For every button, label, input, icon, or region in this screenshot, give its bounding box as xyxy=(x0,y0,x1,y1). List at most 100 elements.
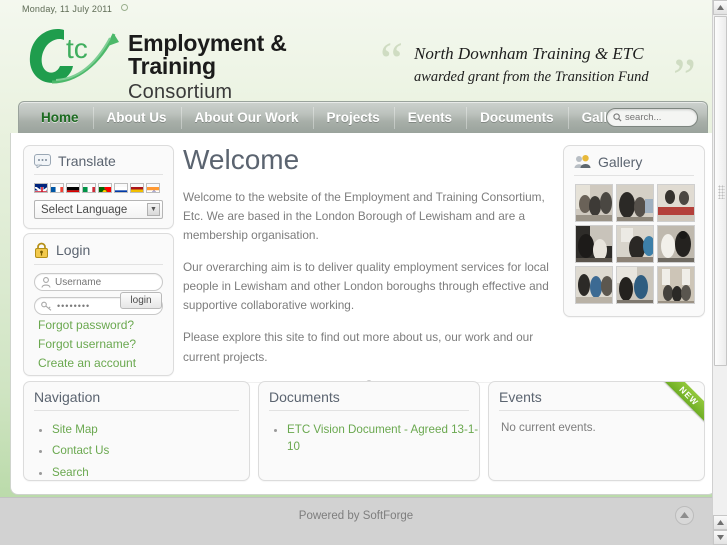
vertical-scrollbar[interactable] xyxy=(712,0,727,545)
flag-it[interactable] xyxy=(82,183,96,193)
arrow-up-icon xyxy=(680,512,689,518)
gallery-thumbnail[interactable] xyxy=(616,184,654,222)
chevron-down-icon: ▼ xyxy=(147,203,160,216)
divider xyxy=(269,410,469,411)
gallery-thumbnail[interactable] xyxy=(575,184,613,222)
gallery-thumbnail[interactable] xyxy=(657,184,695,222)
login-module: Login •••••••• log xyxy=(23,233,174,376)
scrollbar-page-down-button[interactable] xyxy=(713,530,727,545)
site-map-link[interactable]: Site Map xyxy=(52,423,98,436)
site-footer: Powered by SoftForge xyxy=(0,497,712,545)
rss-dot-icon[interactable] xyxy=(120,4,128,11)
contact-us-link[interactable]: Contact Us xyxy=(52,444,109,457)
gallery-module-header: Gallery xyxy=(564,146,704,175)
divider xyxy=(574,175,694,176)
flag-pt[interactable] xyxy=(98,183,112,193)
scrollbar-thumb[interactable] xyxy=(714,16,727,366)
nav-item-about-our-work[interactable]: About Our Work xyxy=(180,102,313,134)
gallery-grid xyxy=(564,184,704,304)
language-select-value: Select Language xyxy=(41,203,128,216)
list-item: Contact Us xyxy=(52,442,249,459)
navigation-list: Site Map Contact Us Search xyxy=(24,419,249,481)
language-flags xyxy=(24,183,173,200)
create-account-link[interactable]: Create an account xyxy=(38,354,136,373)
events-module-header: Events xyxy=(489,382,704,410)
password-value: •••••••• xyxy=(57,301,91,311)
navigation-module: Navigation Site Map Contact Us Search xyxy=(23,381,250,481)
documents-module: Documents ETC Vision Document - Agreed 1… xyxy=(258,381,480,481)
gallery-thumbnail[interactable] xyxy=(616,225,654,263)
navigation-module-header: Navigation xyxy=(24,382,249,410)
user-icon xyxy=(41,276,51,288)
flag-es[interactable] xyxy=(130,183,144,193)
current-date-text: Monday, 11 July 2011 xyxy=(22,4,113,14)
scroll-to-top-button[interactable] xyxy=(675,506,694,525)
documents-module-header: Documents xyxy=(259,382,479,410)
nav-item-about-us[interactable]: About Us xyxy=(92,102,181,134)
login-button[interactable]: login xyxy=(120,292,162,309)
flag-in[interactable] xyxy=(146,183,160,193)
divider xyxy=(34,264,163,265)
username-input[interactable] xyxy=(55,276,155,288)
current-date: Monday, 11 July 2011 xyxy=(22,4,128,14)
gallery-module: Gallery xyxy=(563,145,705,317)
divider xyxy=(499,410,694,411)
login-module-title: Login xyxy=(56,242,91,258)
site-header: tc Employment & Training Consortium “ ” … xyxy=(0,18,712,104)
content-panel: Translate Select Language ▼ Login Userna… xyxy=(10,133,716,495)
flag-de[interactable] xyxy=(66,183,80,193)
people-icon xyxy=(574,155,591,168)
search-link[interactable]: Search xyxy=(52,466,89,479)
svg-text:tc: tc xyxy=(66,33,88,64)
etc-logo-mark-icon: tc xyxy=(29,29,119,84)
search-input[interactable] xyxy=(625,112,697,123)
language-select[interactable]: Select Language ▼ xyxy=(34,200,163,219)
key-icon xyxy=(41,301,52,311)
events-empty-text: No current events. xyxy=(501,421,596,434)
scrollbar-grip-icon xyxy=(718,185,725,199)
speech-bubble-icon xyxy=(34,154,51,168)
forgot-username-link[interactable]: Forgot username? xyxy=(38,335,136,354)
list-item: Site Map xyxy=(52,421,249,438)
divider xyxy=(34,174,163,175)
nav-item-documents[interactable]: Documents xyxy=(466,102,568,134)
nav-item-home[interactable]: Home xyxy=(27,102,93,134)
logo-primary-text: Employment & Training xyxy=(128,30,287,79)
quote-open-icon: “ xyxy=(380,33,404,90)
main-navigation: Home About Us About Our Work Projects Ev… xyxy=(18,101,708,133)
gallery-thumbnail[interactable] xyxy=(575,225,613,263)
username-field[interactable] xyxy=(34,273,163,291)
navigation-module-title: Navigation xyxy=(34,389,101,405)
translate-module-title: Translate xyxy=(58,153,116,169)
logo-secondary-text: Consortium xyxy=(128,81,233,103)
gallery-thumbnail[interactable] xyxy=(575,266,613,304)
page-frame: Monday, 11 July 2011 tc Employment & Tra… xyxy=(0,0,716,545)
lock-icon xyxy=(35,242,48,258)
nav-item-events[interactable]: Events xyxy=(393,102,466,134)
scrollbar-up-button[interactable] xyxy=(713,0,727,15)
flag-fr[interactable] xyxy=(50,183,64,193)
header-quote: “ ” North Downham Training & ETC awarded… xyxy=(380,33,698,104)
login-links: Forgot password? Forgot username? Create… xyxy=(38,316,136,373)
footer-credit: Powered by SoftForge xyxy=(298,510,414,522)
gallery-thumbnail[interactable] xyxy=(657,225,695,263)
caret-up-icon xyxy=(717,5,724,10)
article-paragraph-3: Please explore this site to find out mor… xyxy=(183,330,534,364)
gallery-thumbnail[interactable] xyxy=(616,266,654,304)
gallery-thumbnail[interactable] xyxy=(657,266,695,304)
scrollbar-down-button[interactable] xyxy=(713,515,727,530)
etc-vision-document-link[interactable]: ETC Vision Document - Agreed 13-1-10 xyxy=(287,423,478,453)
divider xyxy=(34,410,239,411)
quote-line-2: awarded grant from the Transition Fund xyxy=(414,68,649,85)
translate-module-header: Translate xyxy=(24,146,173,174)
events-module: NEW Events No current events. xyxy=(488,381,705,481)
site-logo[interactable]: tc Employment & Training Consortium xyxy=(22,22,372,102)
flag-ru[interactable] xyxy=(114,183,128,193)
flag-gb[interactable] xyxy=(34,183,48,193)
login-module-header: Login xyxy=(24,234,173,264)
forgot-password-link[interactable]: Forgot password? xyxy=(38,316,136,335)
page-title: Welcome xyxy=(183,144,300,175)
caret-down-icon xyxy=(717,520,724,525)
nav-item-projects[interactable]: Projects xyxy=(312,102,394,134)
search-box[interactable] xyxy=(606,108,698,127)
